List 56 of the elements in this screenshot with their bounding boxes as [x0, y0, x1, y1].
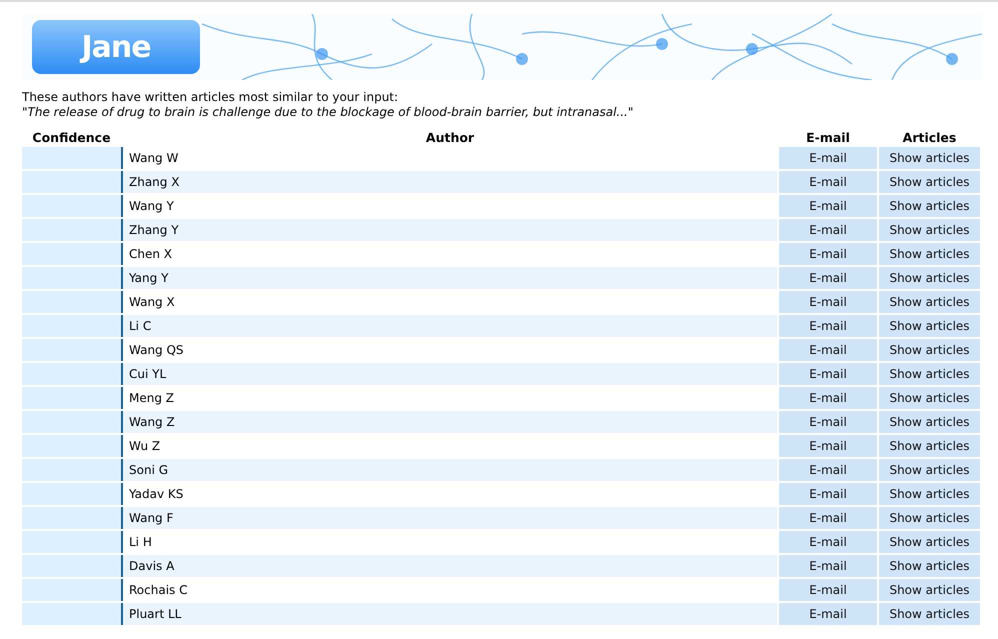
author-cell: Pluart LL [121, 603, 777, 625]
show-articles-link[interactable]: Show articles [879, 483, 980, 505]
show-articles-link[interactable]: Show articles [879, 243, 980, 265]
show-articles-link[interactable]: Show articles [879, 219, 980, 241]
email-link[interactable]: E-mail [779, 531, 877, 553]
author-cell: Davis A [121, 555, 777, 577]
column-header: Author [424, 129, 476, 146]
email-link[interactable]: E-mail [779, 387, 877, 409]
email-link[interactable]: E-mail [779, 483, 877, 505]
email-link[interactable]: E-mail [779, 435, 877, 457]
email-link[interactable]: E-mail [779, 507, 877, 529]
email-link[interactable]: E-mail [779, 315, 877, 337]
show-articles-link[interactable]: Show articles [879, 339, 980, 361]
column-header: E-mail [805, 129, 851, 146]
email-link[interactable]: E-mail [779, 339, 877, 361]
show-articles-link[interactable]: Show articles [879, 411, 980, 433]
email-link[interactable]: E-mail [779, 219, 877, 241]
query-text: "The release of drug to brain is challenge due to the blockage of blood-brain barrier, but intranasal..." [22, 105, 634, 120]
email-link[interactable]: E-mail [779, 267, 877, 289]
show-articles-link[interactable]: Show articles [879, 435, 980, 457]
author-cell: Zhang X [121, 171, 777, 193]
email-link[interactable]: E-mail [779, 363, 877, 385]
show-articles-link[interactable]: Show articles [879, 195, 980, 217]
column-header: Articles [902, 129, 958, 146]
email-link[interactable]: E-mail [779, 147, 877, 169]
show-articles-link[interactable]: Show articles [879, 291, 980, 313]
author-cell: Wang Z [121, 411, 777, 433]
author-cell: Li C [121, 315, 777, 337]
show-articles-link[interactable]: Show articles [879, 387, 980, 409]
show-articles-link[interactable]: Show articles [879, 507, 980, 529]
author-cell: Soni G [121, 459, 777, 481]
email-link[interactable]: E-mail [779, 555, 877, 577]
author-cell: Zhang Y [121, 219, 777, 241]
email-link[interactable]: E-mail [779, 171, 877, 193]
email-link[interactable]: E-mail [779, 579, 877, 601]
email-link[interactable]: E-mail [779, 195, 877, 217]
show-articles-link[interactable]: Show articles [879, 315, 980, 337]
show-articles-link[interactable]: Show articles [879, 531, 980, 553]
show-articles-link[interactable]: Show articles [879, 147, 980, 169]
email-link[interactable]: E-mail [779, 603, 877, 625]
show-articles-link[interactable]: Show articles [879, 363, 980, 385]
email-link[interactable]: E-mail [779, 411, 877, 433]
show-articles-link[interactable]: Show articles [879, 603, 980, 625]
email-link[interactable]: E-mail [779, 291, 877, 313]
show-articles-link[interactable]: Show articles [879, 267, 980, 289]
show-articles-link[interactable]: Show articles [879, 171, 980, 193]
email-link[interactable]: E-mail [779, 459, 877, 481]
show-articles-link[interactable]: Show articles [879, 579, 980, 601]
show-articles-link[interactable]: Show articles [879, 555, 980, 577]
show-articles-link[interactable]: Show articles [879, 459, 980, 481]
email-link[interactable]: E-mail [779, 243, 877, 265]
intro-text: These authors have written articles most similar to your input: [22, 90, 400, 105]
author-cell: Cui YL [121, 363, 777, 385]
author-cell: Yang Y [121, 267, 777, 289]
author-cell: Wang F [121, 507, 777, 529]
column-header: Confidence [31, 129, 112, 146]
